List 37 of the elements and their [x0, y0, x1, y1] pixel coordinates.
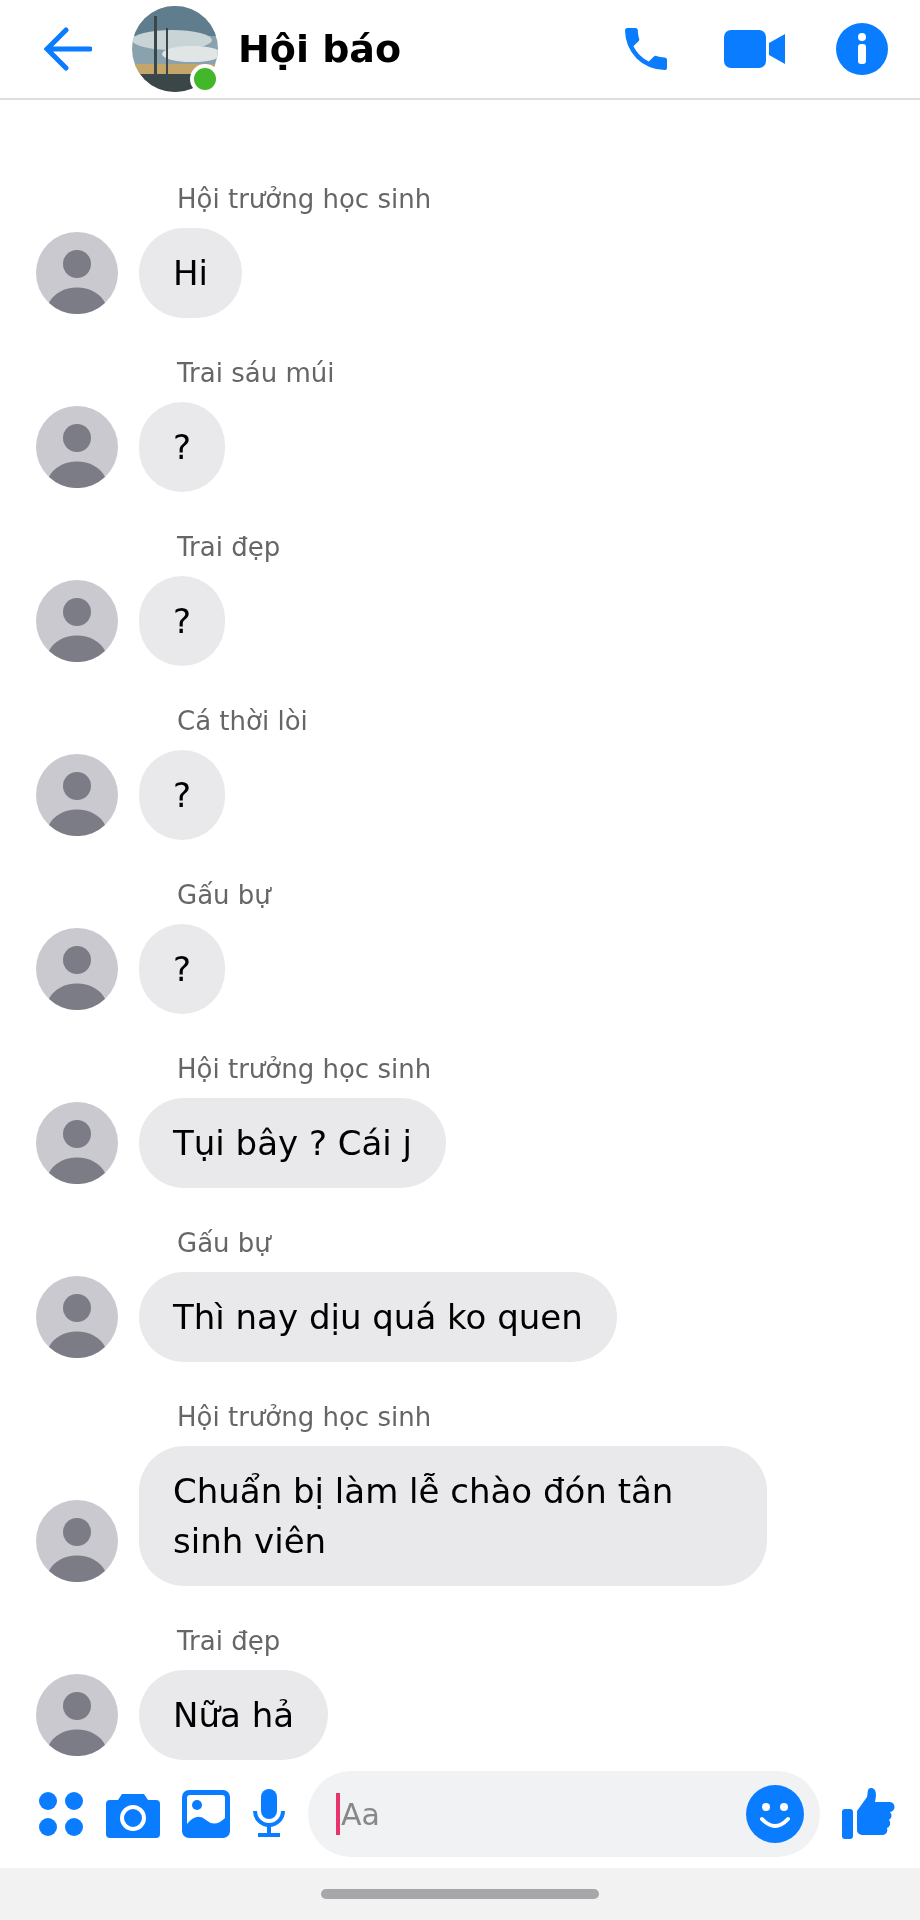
- sender-name: Hội trưởng học sinh: [177, 1054, 433, 1084]
- microphone-icon[interactable]: [252, 1789, 286, 1839]
- chat-title: Hội báo: [238, 27, 403, 71]
- message-bubble: Hi: [139, 228, 242, 318]
- sender-name: Trai sáu múi: [177, 358, 336, 388]
- emoji-icon[interactable]: [746, 1785, 804, 1843]
- avatar-icon: [36, 754, 118, 836]
- avatar-icon: [36, 232, 118, 314]
- sender-name: Trai đẹp: [177, 1626, 282, 1656]
- message-bubble: Thì nay dịu quá ko quen: [139, 1272, 617, 1362]
- sender-name: Gấu bự: [177, 880, 273, 910]
- back-icon[interactable]: [44, 27, 92, 71]
- sender-name: Cá thời lòi: [177, 706, 309, 736]
- avatar-icon: [36, 406, 118, 488]
- message-bubble: Chuẩn bị làm lễ chào đón tân sinh viên: [139, 1446, 767, 1586]
- message-bubble: ?: [139, 576, 226, 666]
- message-bubble: ?: [139, 924, 226, 1014]
- message-input-field[interactable]: Aa: [308, 1771, 820, 1857]
- sender-name: Hội trưởng học sinh: [177, 184, 433, 214]
- message-bubble: Nữa hả: [139, 1670, 328, 1760]
- avatar-icon: [36, 928, 118, 1010]
- avatar-icon: [36, 580, 118, 662]
- sender-name: Gấu bự: [177, 1228, 273, 1258]
- message-bubble: Tụi bây ? Cái j: [139, 1098, 447, 1188]
- thumbs-up-icon[interactable]: [842, 1787, 896, 1841]
- message-bubble: ?: [139, 402, 226, 492]
- sender-name: Trai đẹp: [177, 532, 282, 562]
- sender-name: Hội trưởng học sinh: [177, 1402, 433, 1432]
- apps-icon[interactable]: [38, 1791, 84, 1837]
- avatar-icon: [36, 1674, 118, 1756]
- image-icon[interactable]: [182, 1790, 230, 1838]
- avatar-icon: [36, 1500, 118, 1582]
- video-camera-icon[interactable]: [724, 28, 786, 70]
- info-icon[interactable]: [836, 23, 888, 75]
- avatar-icon: [36, 1102, 118, 1184]
- message-bubble: ?: [139, 750, 226, 840]
- avatar-icon: [36, 1276, 118, 1358]
